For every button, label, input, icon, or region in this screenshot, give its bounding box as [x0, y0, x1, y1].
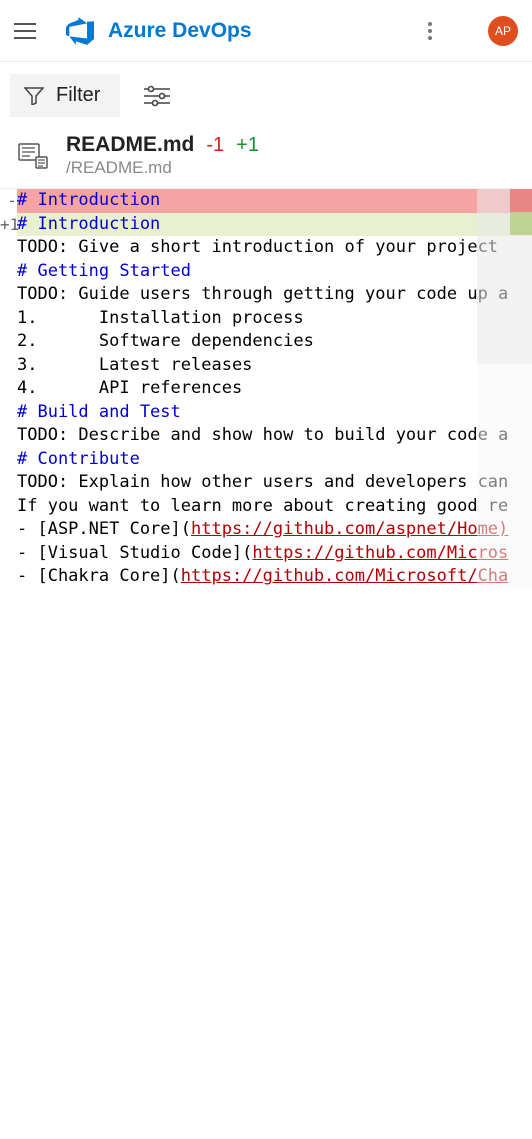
diff-line: 4. API references — [0, 377, 532, 401]
diff-removed-count: -1 — [206, 134, 224, 157]
azure-devops-icon — [66, 17, 94, 45]
diff-line: # Build and Test — [0, 401, 532, 425]
diff-line: If you want to learn more about creating… — [0, 495, 532, 519]
diff-line: 1. Installation process — [0, 307, 532, 331]
diff-line: 2. Software dependencies — [0, 330, 532, 354]
diff-line: # Contribute — [0, 448, 532, 472]
settings-icon[interactable] — [138, 79, 176, 113]
file-path: /README.md — [66, 158, 259, 178]
diff-line: +1# Introduction — [0, 213, 532, 237]
file-header: README.md -1 +1 /README.md — [0, 129, 532, 188]
diff-line: TODO: Describe and show how to build you… — [0, 424, 532, 448]
filter-label: Filter — [56, 84, 100, 107]
minimap-thumb[interactable] — [477, 189, 532, 364]
minimap[interactable] — [477, 189, 532, 589]
diff-line: TODO: Explain how other users and develo… — [0, 471, 532, 495]
diff-line: - [ASP.NET Core](https://github.com/aspn… — [0, 518, 532, 542]
toolbar: Filter — [0, 62, 532, 129]
menu-icon[interactable] — [14, 19, 36, 43]
diff-line: TODO: Guide users through getting your c… — [0, 283, 532, 307]
diff-line: 3. Latest releases — [0, 354, 532, 378]
diff-view[interactable]: -# Introduction+1# IntroductionTODO: Giv… — [0, 188, 532, 589]
brand-title: Azure DevOps — [108, 19, 252, 43]
filter-icon — [24, 87, 44, 105]
more-menu-icon[interactable] — [420, 14, 440, 48]
diff-added-count: +1 — [236, 134, 259, 157]
diff-line: # Getting Started — [0, 260, 532, 284]
diff-line: -# Introduction — [0, 189, 532, 213]
diff-line: - [Visual Studio Code](https://github.co… — [0, 542, 532, 566]
brand[interactable]: Azure DevOps — [66, 17, 252, 45]
filter-button[interactable]: Filter — [10, 74, 120, 117]
diff-file-icon — [18, 143, 48, 169]
diff-line: - [Chakra Core](https://github.com/Micro… — [0, 565, 532, 589]
diff-line: TODO: Give a short introduction of your … — [0, 236, 532, 260]
avatar[interactable]: AP — [488, 16, 518, 46]
file-name: README.md — [66, 133, 194, 157]
app-header: Azure DevOps AP — [0, 0, 532, 62]
